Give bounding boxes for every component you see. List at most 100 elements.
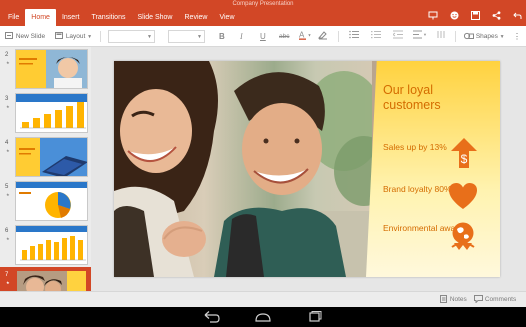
- bullets-icon: [349, 30, 359, 39]
- couple-photo-illustration: [114, 61, 372, 277]
- slide-transition-star-icon: ★: [6, 192, 10, 197]
- italic-button[interactable]: I: [240, 30, 243, 43]
- bold-button[interactable]: B: [219, 30, 225, 43]
- text-direction-button[interactable]: [437, 30, 446, 43]
- shapes-button[interactable]: Shapes ▼: [463, 30, 505, 43]
- feedback-smiley-icon[interactable]: [450, 9, 459, 26]
- notes-label: Notes: [449, 296, 467, 303]
- slide-number: 3: [5, 96, 9, 102]
- svg-text:▼: ▼: [308, 33, 312, 38]
- slide-number: 2: [5, 52, 9, 58]
- ribbon-divider: [338, 31, 339, 42]
- shapes-chevron-down-icon: ▼: [499, 34, 505, 40]
- thumbnail-pie-chart: [16, 182, 87, 220]
- comments-button[interactable]: Comments: [474, 295, 516, 305]
- font-color-icon: A ▼: [299, 31, 312, 40]
- slide-number: 7: [5, 272, 9, 278]
- slide-number: 6: [5, 228, 9, 234]
- slides-panel: 2 ★ 3 ★ 4 ★ 5 ★ 6 ★ 7 ★: [0, 47, 91, 307]
- strikethrough-button[interactable]: abc: [279, 30, 289, 43]
- svg-text:A: A: [299, 31, 305, 40]
- slide-transition-star-icon: ★: [6, 60, 10, 65]
- layout-icon: [55, 32, 63, 40]
- new-slide-icon: [5, 32, 13, 40]
- slide-thumbnail-row: 2 ★: [0, 47, 91, 91]
- new-slide-button[interactable]: New Slide: [5, 30, 45, 43]
- svg-text:$: $: [461, 152, 468, 166]
- layout-chevron-down-icon: ▼: [87, 34, 93, 40]
- svg-text:▼: ▼: [423, 32, 427, 37]
- globe-award-icon: [448, 221, 478, 253]
- text-direction-icon: [437, 31, 445, 38]
- thumbnail-bar-chart: [16, 226, 87, 264]
- numbering-button[interactable]: [371, 30, 381, 43]
- current-slide[interactable]: Our loyal customers Sales up by 13% $ Br…: [114, 61, 500, 277]
- home-ribbon: New Slide Layout ▼ ▼ ▼ B I U abc A ▼ ▼ S…: [0, 26, 526, 47]
- undo-icon[interactable]: [513, 9, 522, 26]
- shapes-icon: [463, 33, 474, 40]
- tab-slide-show[interactable]: Slide Show: [131, 9, 178, 26]
- font-name-dropdown[interactable]: ▼: [108, 30, 155, 43]
- slide-thumbnail[interactable]: [15, 137, 88, 177]
- decrease-indent-button[interactable]: [392, 30, 403, 43]
- new-slide-label: New Slide: [15, 33, 46, 40]
- more-options-icon[interactable]: ⋮: [513, 30, 521, 43]
- slide-thumbnail-row: 4 ★: [0, 135, 91, 179]
- home-icon[interactable]: [252, 310, 274, 324]
- tab-review[interactable]: Review: [179, 9, 214, 26]
- thumbnail-bar-chart: [16, 94, 87, 132]
- share-icon[interactable]: [492, 9, 501, 26]
- tab-view[interactable]: View: [213, 9, 240, 26]
- heart-icon: [448, 182, 478, 214]
- tab-insert[interactable]: Insert: [56, 9, 86, 26]
- font-color-button[interactable]: A ▼: [299, 30, 313, 44]
- comments-icon: [474, 295, 483, 304]
- ribbon-divider: [100, 31, 101, 42]
- slide-number: 4: [5, 140, 9, 146]
- present-icon[interactable]: [428, 9, 438, 26]
- slide-transition-star-icon: ★: [6, 148, 10, 153]
- document-title: Company Presentation: [232, 1, 294, 7]
- system-navigation-bar: [0, 307, 526, 327]
- notes-button[interactable]: Notes: [440, 295, 467, 305]
- paragraph-align-button[interactable]: ▼: [413, 30, 427, 43]
- clear-formatting-button[interactable]: [317, 30, 328, 44]
- bullets-button[interactable]: [349, 30, 359, 43]
- slide-number: 5: [5, 184, 9, 190]
- slide-thumbnail[interactable]: [15, 225, 88, 265]
- numbering-icon: [371, 31, 381, 39]
- layout-button[interactable]: Layout ▼: [55, 30, 92, 43]
- clear-formatting-icon: [317, 31, 327, 40]
- slide-thumbnail-row: 3 ★: [0, 91, 91, 135]
- tab-transitions[interactable]: Transitions: [85, 9, 131, 26]
- align-left-icon: ▼: [413, 30, 427, 39]
- slide-thumbnail-row: 6 ★: [0, 223, 91, 267]
- title-bar: Company Presentation File Home Insert Tr…: [0, 0, 526, 26]
- notes-icon: [440, 295, 447, 304]
- tab-file[interactable]: File: [2, 9, 25, 26]
- font-name-chevron-down-icon: ▼: [147, 34, 152, 40]
- slide-photo[interactable]: [114, 61, 372, 277]
- decrease-indent-icon: [392, 30, 403, 39]
- slide-transition-star-icon: ★: [6, 104, 10, 109]
- font-size-chevron-down-icon: ▼: [197, 34, 202, 40]
- ribbon-divider: [455, 31, 456, 42]
- ribbon-tabs: File Home Insert Transitions Slide Show …: [2, 9, 241, 26]
- back-icon[interactable]: [200, 310, 222, 324]
- slide-thumbnail[interactable]: [15, 181, 88, 221]
- slide-title[interactable]: Our loyal customers: [383, 83, 493, 113]
- tab-home[interactable]: Home: [25, 9, 56, 26]
- shapes-label: Shapes: [475, 33, 498, 40]
- slide-transition-star-icon: ★: [6, 280, 10, 285]
- save-icon[interactable]: [471, 9, 480, 26]
- slide-thumbnail[interactable]: [15, 93, 88, 133]
- slide-thumbnail-row: 5 ★: [0, 179, 91, 223]
- font-size-dropdown[interactable]: ▼: [168, 30, 205, 43]
- underline-button[interactable]: U: [260, 30, 266, 43]
- slide-editing-canvas[interactable]: Our loyal customers Sales up by 13% $ Br…: [91, 47, 526, 291]
- status-bar: Notes Comments: [0, 291, 526, 307]
- powerpoint-window: Company Presentation File Home Insert Tr…: [0, 0, 526, 327]
- recents-icon[interactable]: [304, 310, 326, 324]
- slide-thumbnail[interactable]: [15, 49, 88, 89]
- slide-transition-star-icon: ★: [6, 236, 10, 241]
